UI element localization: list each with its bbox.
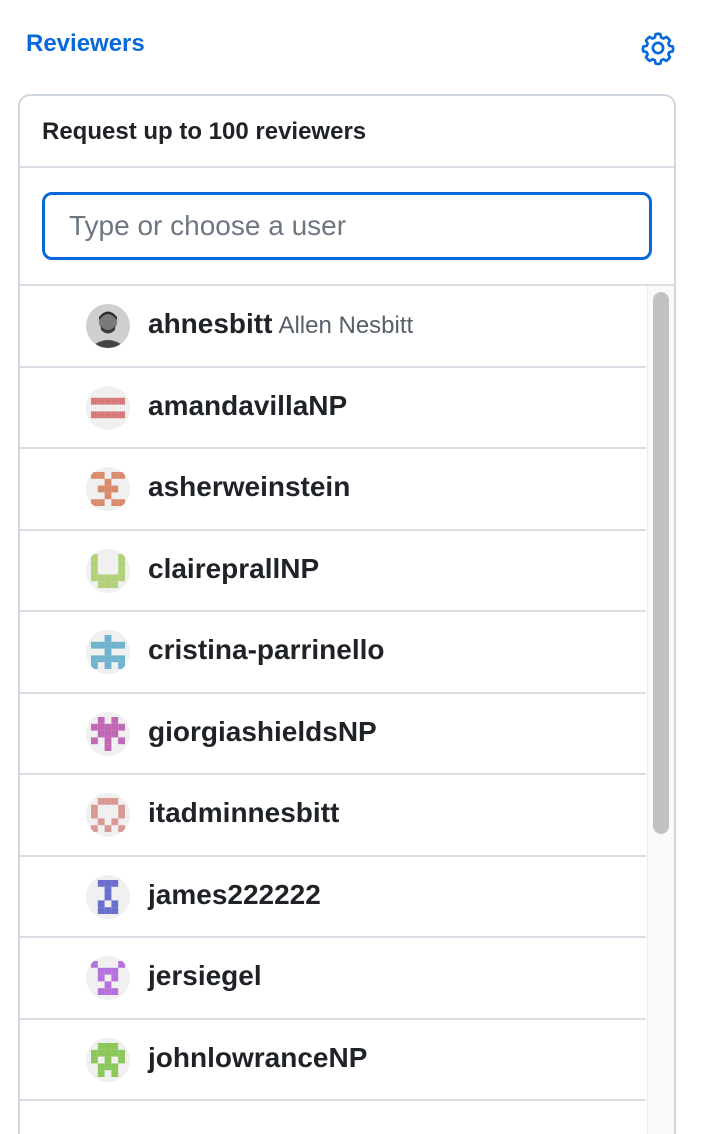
reviewers-title-link[interactable]: Reviewers [26,30,145,58]
user-login-text: amandavillaNP [148,389,348,421]
user-row[interactable]: james222222 [20,857,646,938]
user-row[interactable]: jersiegel [20,938,646,1020]
user-row[interactable]: asherweinstein [20,449,646,531]
user-photo-avatar [86,304,130,348]
identicon-avatar [86,1037,130,1082]
user-row[interactable]: claireprallNP [20,531,646,612]
user-filter-input[interactable] [42,192,652,260]
user-login-text: ahnesbitt [148,308,273,339]
user-login-text: claireprallNP [148,552,320,584]
user-login: james222222 [148,879,321,911]
identicon-avatar [86,385,130,430]
user-login-text: asherweinstein [148,471,351,502]
user-row[interactable]: cristina-parrinello [20,612,646,694]
user-login: johnlowranceNP [148,1042,367,1074]
reviewers-dropdown-panel: Request up to 100 reviewers ahnesbittAll… [18,94,676,1134]
user-row[interactable]: ahnesbitt Allen Nesbitt [20,286,646,368]
user-login: giorgiashieldsNP [148,716,377,748]
user-login: claireprallNP [148,553,319,585]
reviewers-header: Reviewers [0,0,716,94]
scrollbar-thumb[interactable] [653,292,669,834]
user-login: asherweinstein [148,471,350,503]
user-row[interactable]: johnlowranceNP [20,1020,646,1101]
user-login-text: jersiegel [148,960,262,991]
user-row[interactable]: amandavillaNP [20,368,646,449]
user-login: amandavillaNP [148,390,347,422]
user-login: ahnesbitt Allen Nesbitt [148,308,413,340]
user-login-text: cristina-parrinello [148,634,385,665]
user-row[interactable]: itadminnesbitt [20,775,646,857]
identicon-avatar [86,467,130,511]
identicon-avatar [86,630,130,674]
identicon-avatar [86,793,130,837]
user-login-text: giorgiashieldsNP [148,715,377,747]
gear-icon[interactable] [640,30,676,66]
user-login: jersiegel [148,960,262,992]
user-list[interactable]: ahnesbitt Allen Nesbitt amandavillaNP asher… [20,286,674,1134]
identicon-avatar [86,711,130,756]
user-full-name: Allen Nesbitt [278,312,414,339]
user-login: cristina-parrinello [148,634,385,666]
filter-area [20,168,674,286]
identicon-avatar [86,956,130,1000]
identicon-avatar [86,874,130,919]
identicon-avatar [86,548,130,593]
user-login-text: james222222 [148,878,321,910]
panel-title: Request up to 100 reviewers [20,96,674,168]
user-login-text: johnlowranceNP [148,1041,368,1073]
user-login: itadminnesbitt [148,797,339,829]
user-login-text: itadminnesbitt [148,797,340,828]
user-row[interactable]: giorgiashieldsNP [20,694,646,775]
